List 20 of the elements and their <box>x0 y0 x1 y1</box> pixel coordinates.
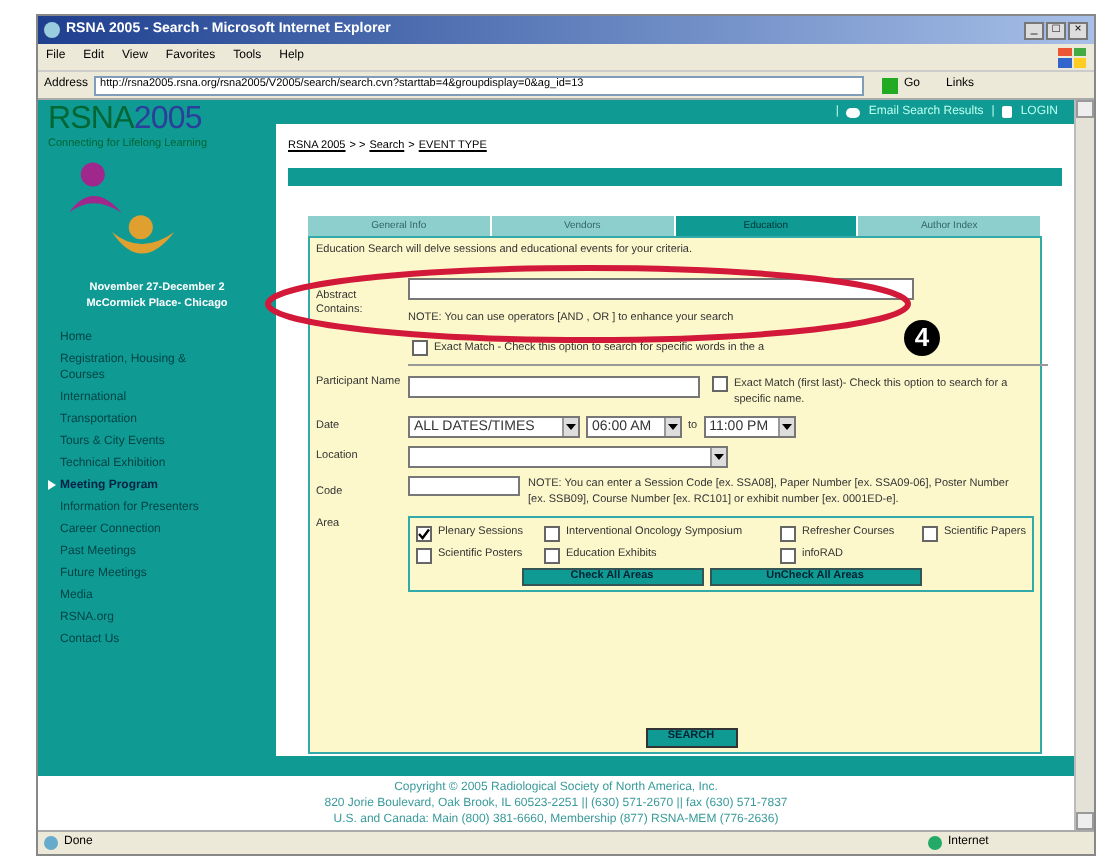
checkbox[interactable] <box>412 339 428 356</box>
abstract-input[interactable] <box>408 278 914 301</box>
dropdown-arrow-icon <box>664 417 680 436</box>
windows-logo-icon <box>1058 47 1086 67</box>
checkbox[interactable] <box>544 547 560 564</box>
checkbox[interactable] <box>544 525 560 542</box>
dropdown-arrow-icon <box>562 417 578 436</box>
dropdown-arrow-icon <box>710 447 726 466</box>
checkbox[interactable] <box>712 375 728 392</box>
checkbox[interactable] <box>780 547 796 564</box>
chat-bubble-icon <box>846 107 861 117</box>
logo-text: RSNA2005 <box>48 102 202 136</box>
checkbox[interactable] <box>416 547 432 564</box>
checkbox[interactable] <box>922 525 938 542</box>
code-input[interactable] <box>408 475 520 496</box>
participant-input[interactable] <box>408 375 700 398</box>
checkbox[interactable] <box>416 525 432 542</box>
location-dropdown[interactable] <box>408 445 728 468</box>
checkbox[interactable] <box>780 525 796 542</box>
dropdown-arrow-icon <box>777 417 794 436</box>
